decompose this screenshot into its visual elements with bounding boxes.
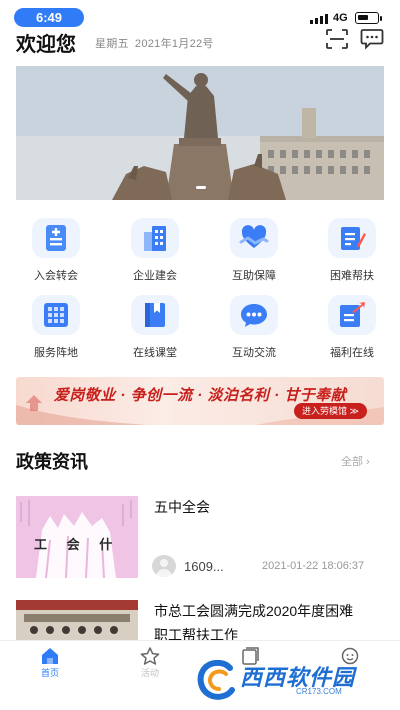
scan-icon[interactable]: [325, 28, 349, 50]
battery-icon: [355, 12, 379, 24]
grid-label: 互动交流: [232, 347, 276, 359]
section-title: 政策资讯: [16, 452, 88, 472]
banner-carousel[interactable]: [16, 66, 384, 200]
grid-label: 困难帮扶: [330, 270, 374, 282]
grid-item-hardship-aid[interactable]: 困难帮扶: [312, 218, 392, 283]
date-display: 星期五 2021年1月22号: [95, 35, 214, 51]
view-all-link[interactable]: 全部 ›: [341, 453, 370, 469]
status-time: 6:49: [14, 8, 84, 27]
grid-item-service-spot[interactable]: 服务阵地: [16, 295, 96, 360]
watermark-logo-icon: [197, 660, 235, 700]
author-name: 1609...: [184, 558, 224, 574]
carousel-indicator: [196, 186, 206, 189]
tab-label: 首页: [40, 668, 59, 678]
tab-home[interactable]: 首页: [20, 647, 80, 679]
battery-tip: [380, 16, 382, 21]
star-icon: [140, 647, 160, 665]
grid-label: 服务阵地: [34, 347, 78, 359]
thumbnail-image: [16, 600, 138, 640]
status-bar: 6:49 4G: [0, 0, 400, 30]
watermark: 西西软件园 CR173.COM: [196, 660, 386, 702]
weekday-text: 星期五: [95, 38, 129, 50]
avatar: [152, 555, 176, 577]
network-type: 4G: [333, 12, 348, 24]
tab-label: 活动: [140, 668, 159, 678]
signal-icon: [310, 14, 328, 24]
news-author: 1609...: [152, 555, 224, 577]
grid-item-join-union[interactable]: 入会转会: [16, 218, 96, 283]
grid-item-mutual-aid[interactable]: 互助保障: [214, 218, 294, 283]
grid-label: 企业建会: [133, 270, 177, 282]
slogan-text: 爱岗敬业 · 争创一流 · 淡泊名利 · 甘于奉献: [53, 387, 347, 404]
grid-item-online-class[interactable]: 在线课堂: [115, 295, 195, 360]
enter-museum-button[interactable]: 进入劳模馆 ≫: [294, 403, 367, 419]
grid-item-enterprise-union[interactable]: 企业建会: [115, 218, 195, 283]
message-icon[interactable]: [360, 28, 384, 50]
building-icon: [131, 218, 179, 258]
grid-item-interaction[interactable]: 互动交流: [214, 295, 294, 360]
thumbnail-text: 工 会 什: [34, 537, 121, 552]
page-title: 欢迎您: [16, 34, 76, 56]
chat-bubble-icon: [230, 295, 278, 335]
grid-label: 福利在线: [330, 347, 374, 359]
news-timestamp: 2021-01-22 18:06:37: [262, 560, 365, 572]
watermark-url: CR173.COM: [296, 687, 342, 696]
news-thumbnail[interactable]: 工 会 什: [16, 496, 138, 578]
news-title[interactable]: 五中全会: [154, 495, 210, 519]
model-worker-banner[interactable]: 爱岗敬业 · 争创一流 · 淡泊名利 · 甘于奉献 进入劳模馆 ≫: [16, 377, 384, 425]
document-add-icon: [32, 218, 80, 258]
news-thumbnail[interactable]: [16, 600, 138, 640]
tab-activity[interactable]: 活动: [120, 647, 180, 679]
grid-apps-icon: [32, 295, 80, 335]
heart-hands-icon: [230, 218, 278, 258]
news-title-line1: 市总工会圆满完成2020年度困难: [154, 603, 354, 619]
share-icon: [328, 295, 376, 335]
edit-form-icon: [328, 218, 376, 258]
grid-label: 入会转会: [34, 270, 78, 282]
book-icon: [131, 295, 179, 335]
date-value: 2021年1月22号: [134, 38, 214, 50]
grid-label: 在线课堂: [133, 347, 177, 359]
home-icon: [42, 648, 58, 664]
banner-image: [16, 66, 384, 200]
grid-label: 互助保障: [232, 270, 276, 282]
grid-item-welfare-online[interactable]: 福利在线: [312, 295, 392, 360]
